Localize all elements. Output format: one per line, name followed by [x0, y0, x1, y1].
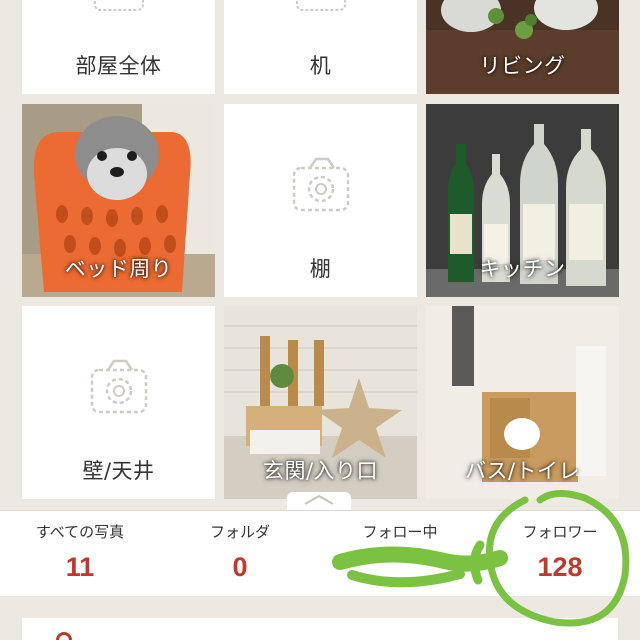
camera-icon	[90, 359, 147, 414]
folder-label: 棚	[309, 257, 332, 281]
stat-label: フォルダ	[209, 523, 270, 541]
folder-grid: 部屋全体 机 リビング ベッド周り 棚 キッチン 壁/天井 玄関/入り口 バス/…	[0, 0, 640, 500]
folder-tile-shelf[interactable]: 棚	[224, 104, 417, 297]
folder-tile-bath-toilet[interactable]: バス/トイレ	[426, 306, 619, 499]
stat-value: 128	[537, 552, 583, 582]
stat-label: フォロー中	[362, 523, 438, 541]
folder-label: 壁/天井	[82, 459, 155, 483]
profile-stats-bar: すべての写真 11 フォルダ 0 フォロー中 フォロワー 128	[0, 510, 640, 596]
folder-tile-living[interactable]: リビング	[426, 0, 619, 94]
camera-icon	[292, 157, 349, 212]
stat-folders[interactable]: フォルダ 0	[160, 521, 320, 583]
camera-icon	[295, 0, 346, 11]
folder-label: ベッド周り	[64, 257, 173, 281]
stat-following[interactable]: フォロー中	[320, 521, 480, 552]
stat-followers[interactable]: フォロワー 128	[480, 521, 640, 583]
chevron-up-icon	[304, 494, 334, 505]
folder-label: 玄関/入り口	[262, 459, 379, 483]
folder-tile-bedside[interactable]: ベッド周り	[22, 104, 215, 297]
stat-all-photos[interactable]: すべての写真 11	[0, 521, 160, 583]
stat-value: 0	[232, 552, 248, 582]
folder-tile-kitchen[interactable]: キッチン	[426, 104, 619, 297]
folder-tile-entrance[interactable]: 玄関/入り口	[224, 306, 417, 499]
next-card	[22, 618, 618, 640]
stat-value: 11	[65, 552, 95, 582]
stat-label: すべての写真	[35, 523, 125, 541]
folder-tile-whole-room[interactable]: 部屋全体	[22, 0, 215, 94]
folder-label: キッチン	[479, 257, 566, 281]
folder-label: 机	[309, 54, 332, 78]
stat-label: フォロワー	[522, 523, 598, 541]
camera-icon	[93, 0, 144, 11]
folder-label: 部屋全体	[75, 54, 162, 78]
folder-tile-wall-ceiling[interactable]: 壁/天井	[22, 306, 215, 499]
folder-label: バス/トイレ	[464, 459, 581, 483]
folder-tile-desk[interactable]: 机	[224, 0, 417, 94]
folder-label: リビング	[479, 54, 566, 78]
